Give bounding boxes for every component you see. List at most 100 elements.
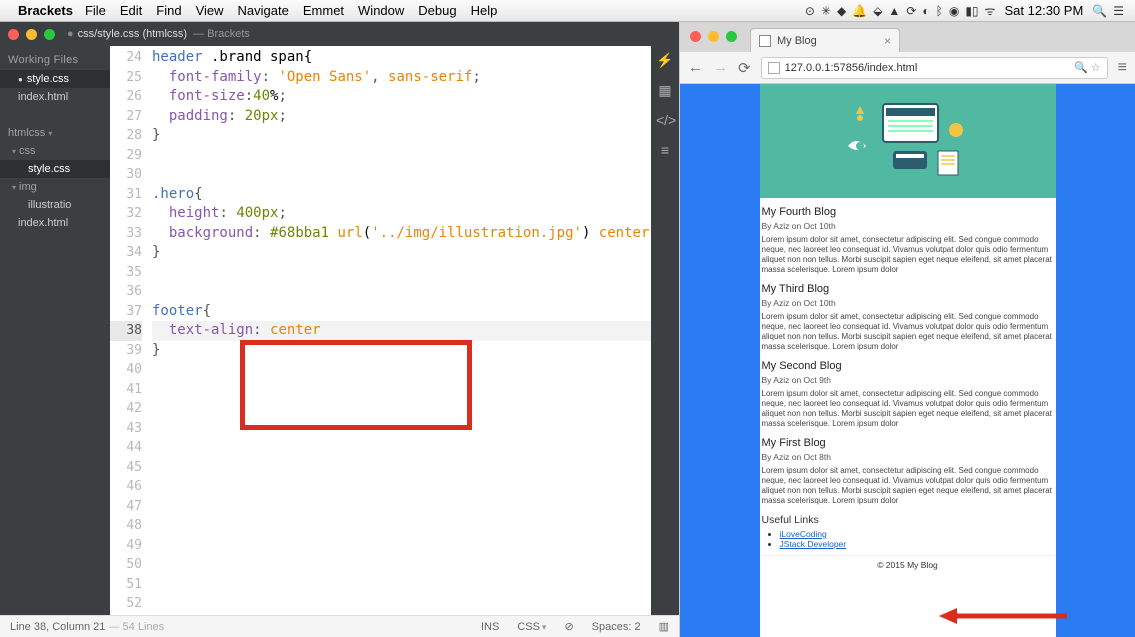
page-viewport: My Fourth Blog By Aziz on Oct 10th Lorem… [680,84,1135,637]
tree-file[interactable]: illustratio [0,196,110,214]
post-body: Lorem ipsum dolor sit amet, consectetur … [762,312,1054,352]
favicon-icon [759,35,771,47]
close-errors-icon[interactable]: ⊘ [564,620,573,633]
folder-label: htmlcss [8,127,45,139]
menu-window[interactable]: Window [358,3,404,18]
post-meta: By Aziz on Oct 10th [762,298,1054,308]
illustration-icon [838,96,978,186]
post-body: Lorem ipsum dolor sit amet, consectetur … [762,389,1054,429]
close-icon[interactable] [8,29,19,40]
stack-icon[interactable]: ≡ [656,142,674,160]
wifi-icon[interactable]: ᯤ [985,2,996,19]
close-icon[interactable] [690,31,701,42]
post-title: My Fourth Blog [762,206,1054,218]
file-label: index.html [18,217,68,229]
post-meta: By Aziz on Oct 8th [762,452,1054,462]
chevron-down-icon: ▾ [12,183,16,192]
spotlight-icon[interactable]: 🔍 [1092,4,1107,18]
drive-icon[interactable]: ▲ [888,4,900,18]
menu-file[interactable]: File [85,3,106,18]
line-count: 54 Lines [123,621,165,633]
links-list: iLoveCoding JStack Developer [780,529,1054,549]
post-title: My Third Blog [762,283,1054,295]
url-bar[interactable]: 127.0.0.1:57856/index.html 🔍 ☆ [761,57,1108,79]
post-title: My Second Blog [762,360,1054,372]
working-files-label: Working Files [0,50,110,70]
tab-title: My Blog [777,35,817,47]
chevron-down-icon: ▾ [12,147,16,156]
file-label: style.css [27,73,69,85]
bell-icon[interactable]: 🔔 [852,4,867,18]
dropbox-icon[interactable]: ⬙ [873,4,882,18]
project-name[interactable]: htmlcss ▾ [0,124,110,142]
minimize-icon[interactable] [708,31,719,42]
menu-edit[interactable]: Edit [120,3,142,18]
chrome-window: My Blog × ← → ⟳ 127.0.0.1:57856/index.ht… [680,22,1135,637]
split-icon[interactable]: ▥ [659,620,669,633]
line-gutter: 2425262728293031323334353637383940414243… [110,46,152,615]
extensions-icon[interactable]: ▦ [656,82,674,100]
title-file: css/style.css (htmlcss) [78,28,187,40]
live-preview-icon[interactable]: ⚡ [656,52,674,70]
page-footer: © 2015 My Blog [762,555,1054,574]
links-heading: Useful Links [762,514,1054,526]
page-icon [768,62,780,74]
menu-find[interactable]: Find [156,3,181,18]
wifi-icon[interactable]: ◉ [949,4,959,18]
zoom-icon[interactable] [44,29,55,40]
clock[interactable]: Sat 12:30 PM [1005,3,1084,18]
language-mode[interactable]: CSS▾ [517,621,546,633]
menu-help[interactable]: Help [471,3,498,18]
bookmark-icon[interactable]: 🔍 ☆ [1074,61,1101,74]
mac-menubar: Brackets File Edit Find View Navigate Em… [0,0,1135,22]
status-icon[interactable]: ✳ [821,4,831,18]
sync-icon[interactable]: ⟳ [906,4,916,18]
page-content: My Fourth Blog By Aziz on Oct 10th Lorem… [760,84,1056,637]
chevron-down-icon: ▾ [542,622,547,632]
post-meta: By Aziz on Oct 9th [762,375,1054,385]
app-name[interactable]: Brackets [18,3,73,18]
title-app: — Brackets [193,28,250,40]
blog-content: My Fourth Blog By Aziz on Oct 10th Lorem… [760,206,1056,574]
menu-navigate[interactable]: Navigate [238,3,289,18]
tree-file[interactable]: index.html [0,214,110,232]
indent-mode[interactable]: Spaces: 2 [592,621,641,633]
code-content[interactable]: header .brand span{ font-family: 'Open S… [152,46,651,615]
reload-icon[interactable]: ⟳ [738,59,751,77]
chevron-down-icon: ▾ [48,129,52,138]
cursor-position: Line 38, Column 21 [10,621,105,633]
browser-tab[interactable]: My Blog × [750,28,900,52]
code-icon[interactable]: </> [656,112,674,130]
sidebar: Working Files ●style.css index.html html… [0,46,110,615]
status-icon[interactable]: ◆ [837,4,846,18]
menu-debug[interactable]: Debug [418,3,456,18]
battery-icon[interactable]: ▮▯ [965,4,978,18]
link[interactable]: iLoveCoding [780,529,827,539]
file-label: style.css [28,163,70,175]
working-file[interactable]: ●style.css [0,70,110,88]
working-file[interactable]: index.html [0,88,110,106]
folder-label: css [19,145,36,157]
status-icon[interactable]: ⊙ [805,4,815,18]
close-tab-icon[interactable]: × [884,34,891,48]
back-icon[interactable]: ← [688,59,703,76]
folder[interactable]: ▾img [0,178,110,196]
post-meta: By Aziz on Oct 10th [762,221,1054,231]
zoom-icon[interactable] [726,31,737,42]
status-icon[interactable]: ◐ [922,4,929,18]
folder[interactable]: ▾css [0,142,110,160]
forward-icon[interactable]: → [713,59,728,76]
tree-file[interactable]: style.css [0,160,110,178]
bluetooth-icon[interactable]: ᛒ [936,4,943,18]
menu-view[interactable]: View [196,3,224,18]
minimize-icon[interactable] [26,29,37,40]
menu-emmet[interactable]: Emmet [303,3,344,18]
link[interactable]: JStack Developer [780,539,847,549]
code-editor[interactable]: 2425262728293031323334353637383940414243… [110,46,651,615]
brackets-titlebar: ● css/style.css (htmlcss) — Brackets [0,22,679,46]
notifications-icon[interactable]: ☰ [1113,4,1124,18]
dirty-dot-icon: ● [67,28,74,40]
hamburger-icon[interactable]: ≡ [1118,59,1127,77]
folder-label: img [19,181,37,193]
insert-mode[interactable]: INS [481,621,499,633]
